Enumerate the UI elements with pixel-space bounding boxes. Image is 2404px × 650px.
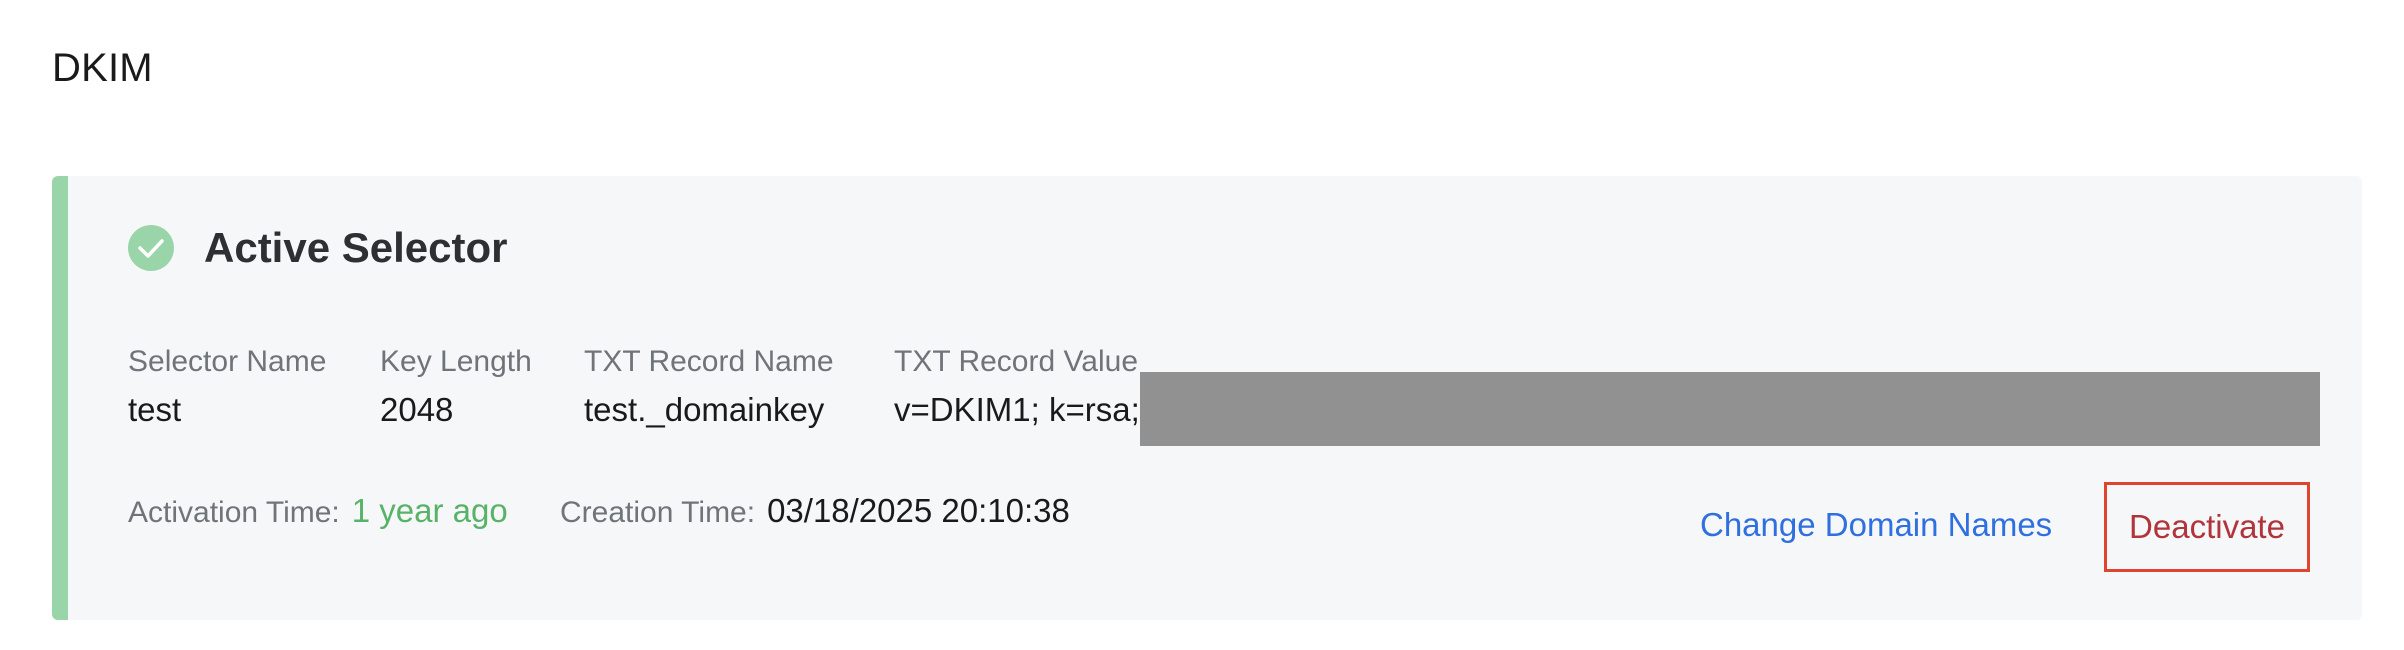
deactivate-button[interactable]: Deactivate: [2104, 482, 2310, 572]
creation-time-label: Creation Time:: [560, 496, 756, 529]
card-header: Active Selector: [128, 224, 507, 272]
txt-record-value-label: TXT Record Value: [894, 345, 1138, 378]
selector-name-value: test: [128, 391, 182, 428]
activation-time: Activation Time: 1 year ago: [128, 492, 508, 530]
key-length-value: 2048: [380, 391, 454, 428]
redacted-txt-value: [1140, 372, 2320, 446]
change-domain-names-button[interactable]: Change Domain Names: [1700, 506, 2052, 544]
section-title: DKIM: [52, 46, 153, 90]
key-length-label: Key Length: [380, 345, 532, 378]
creation-time-value: 03/18/2025 20:10:38: [767, 492, 1070, 529]
txt-record-name-label: TXT Record Name: [584, 345, 834, 378]
dkim-page: DKIM Active Selector Selector Name test …: [0, 0, 2404, 650]
txt-record-name-field: TXT Record Name test._domainkey: [584, 342, 834, 432]
card-status-accent: [52, 176, 68, 620]
creation-time: Creation Time: 03/18/2025 20:10:38: [560, 492, 1070, 530]
txt-record-name-value: test._domainkey: [584, 391, 825, 428]
activation-time-value: 1 year ago: [351, 492, 508, 529]
txt-record-value-field: TXT Record Value v=DKIM1; k=rsa;: [894, 342, 1140, 432]
activation-time-label: Activation Time:: [128, 496, 340, 529]
selector-name-label: Selector Name: [128, 345, 327, 378]
active-selector-card: Active Selector Selector Name test Key L…: [52, 176, 2362, 620]
key-length-field: Key Length 2048: [380, 342, 532, 432]
card-title: Active Selector: [204, 224, 508, 271]
check-circle-icon: [128, 225, 174, 271]
txt-record-value-value[interactable]: v=DKIM1; k=rsa;: [894, 388, 1140, 432]
selector-name-field: Selector Name test: [128, 342, 326, 432]
